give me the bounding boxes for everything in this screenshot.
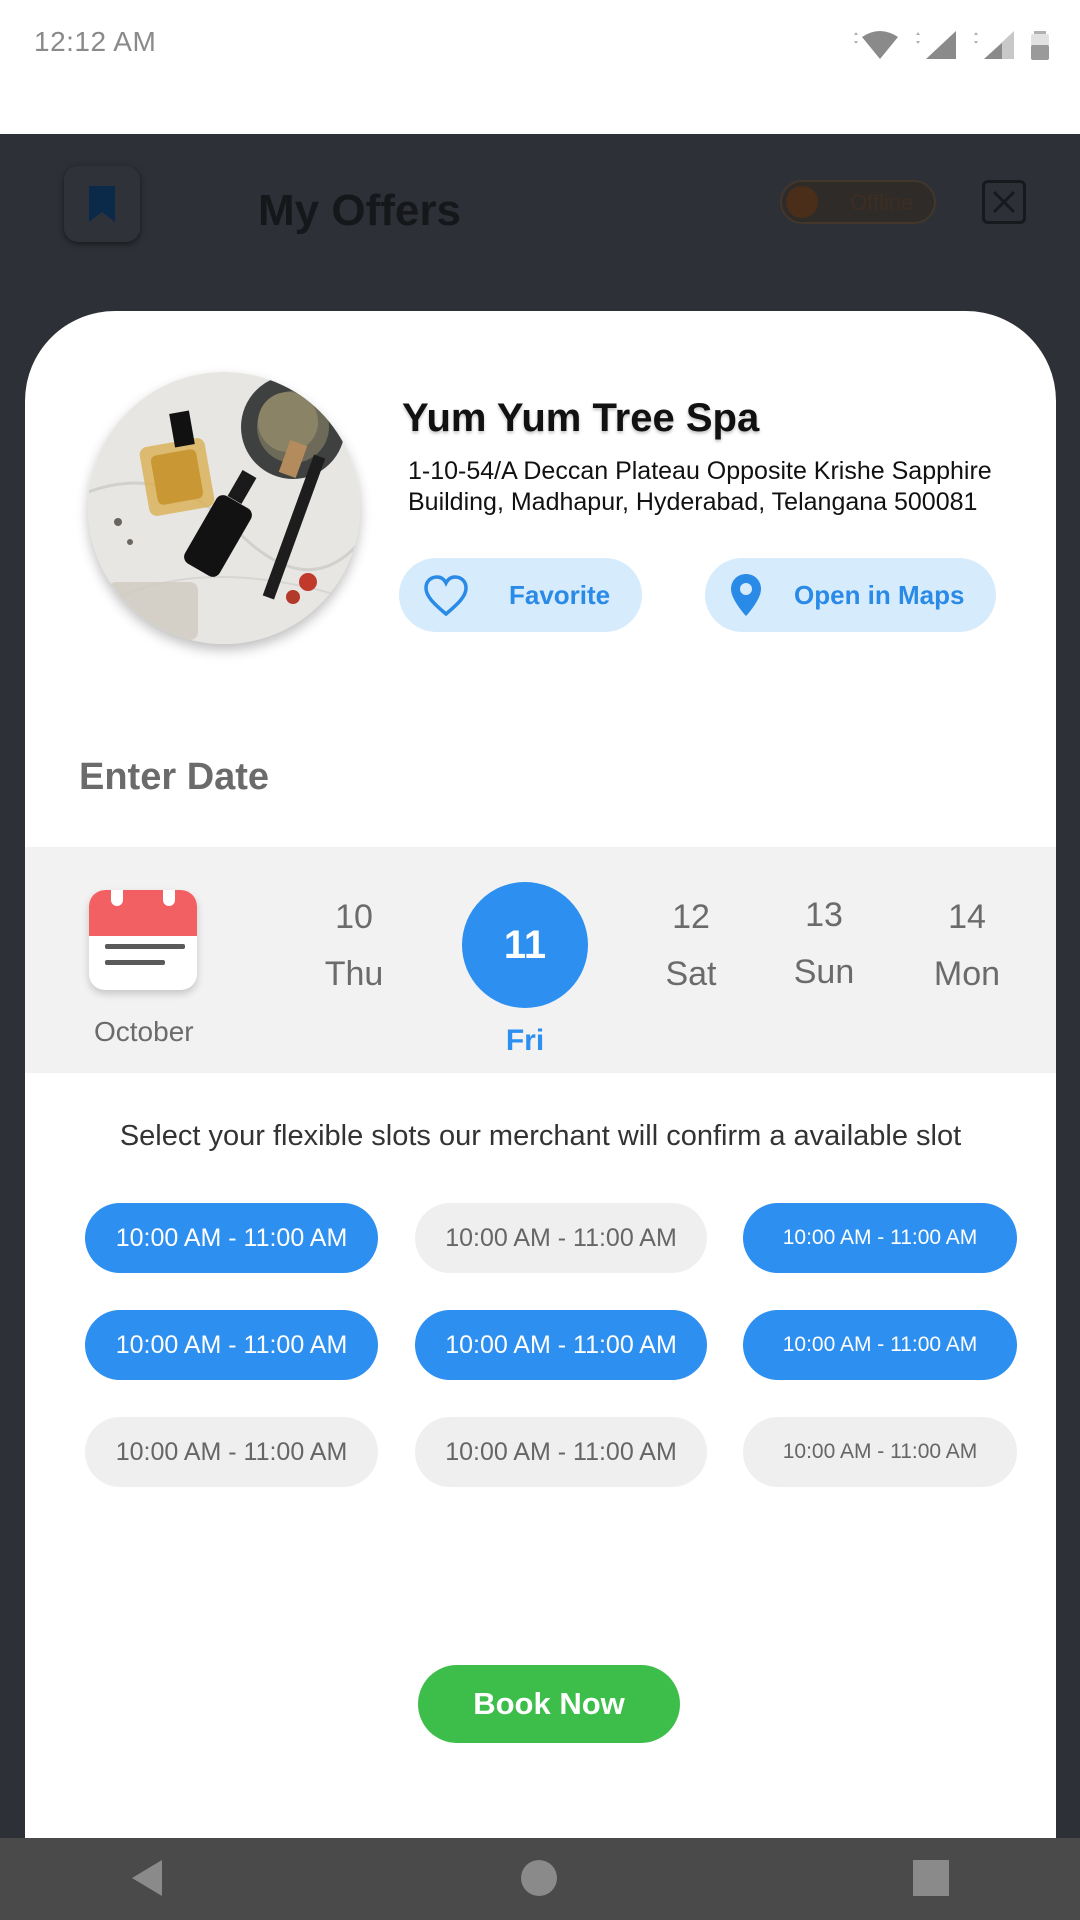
time-slot[interactable]: 10:00 AM - 11:00 AM: [85, 1417, 378, 1487]
day-number: 14: [948, 898, 986, 936]
enter-date-heading: Enter Date: [79, 756, 270, 798]
time-slot[interactable]: 10:00 AM - 11:00 AM: [415, 1310, 707, 1380]
recent-apps-icon[interactable]: [913, 1860, 949, 1896]
toggle-knob: [786, 186, 818, 218]
day-mon-14[interactable]: 14 Mon: [907, 895, 1027, 994]
day-thu-10[interactable]: 10 Thu: [294, 895, 414, 994]
calendar-icon[interactable]: [89, 890, 197, 990]
shop-image: [88, 372, 360, 644]
status-time: 12:12 AM: [34, 26, 157, 57]
time-slot[interactable]: 10:00 AM - 11:00 AM: [85, 1310, 378, 1380]
time-slot[interactable]: 10:00 AM - 11:00 AM: [415, 1203, 707, 1273]
favorite-button[interactable]: Favorite: [399, 558, 642, 632]
signal-icon: [916, 31, 956, 59]
heart-icon: [424, 575, 468, 617]
screen: My Offers Offline 12:12 AM Yum Yum Tree …: [0, 0, 1080, 1920]
day-number: 10: [335, 898, 373, 936]
background-page-title: My Offers: [258, 186, 461, 235]
signal-icon: [974, 31, 1014, 59]
time-slot[interactable]: 10:00 AM - 11:00 AM: [415, 1417, 707, 1487]
slot-hint: Select your flexible slots our merchant …: [119, 1120, 962, 1152]
shop-name: Yum Yum Tree Spa: [402, 396, 760, 440]
day-number: 12: [672, 898, 710, 936]
maps-label: Open in Maps: [794, 580, 965, 610]
bookmark-icon: [89, 186, 115, 222]
wifi-icon: [854, 31, 898, 59]
close-icon: [992, 190, 1016, 214]
back-icon[interactable]: [130, 1858, 164, 1898]
toggle-label: Offline: [850, 190, 914, 215]
day-weekday: Fri: [505, 1024, 545, 1057]
time-slot[interactable]: 10:00 AM - 11:00 AM: [743, 1417, 1017, 1487]
home-icon[interactable]: [521, 1860, 557, 1896]
battery-icon: [1031, 31, 1049, 60]
day-weekday: Mon: [933, 955, 1001, 993]
day-weekday: Sun: [793, 953, 855, 991]
day-sat-12[interactable]: 12 Sat: [631, 895, 751, 994]
close-button[interactable]: [982, 180, 1026, 224]
day-number: 13: [805, 896, 843, 934]
online-status-toggle[interactable]: Offline: [780, 180, 936, 224]
bookmark-button[interactable]: [64, 166, 140, 242]
book-now-button[interactable]: Book Now: [418, 1665, 680, 1743]
shop-address: 1-10-54/A Deccan Plateau Opposite Krishe…: [408, 457, 992, 516]
status-bar: 12:12 AM: [0, 0, 1080, 134]
map-pin-icon: [731, 574, 761, 616]
day-fri-11-selected[interactable]: 11: [462, 882, 588, 1008]
day-weekday: Thu: [324, 955, 384, 993]
navigation-bar: [0, 1838, 1080, 1920]
time-slot[interactable]: 10:00 AM - 11:00 AM: [743, 1203, 1017, 1273]
day-number: 11: [503, 922, 547, 967]
favorite-label: Favorite: [509, 580, 611, 610]
day-sun-13[interactable]: 13 Sun: [764, 893, 884, 992]
time-slot[interactable]: 10:00 AM - 11:00 AM: [743, 1310, 1017, 1380]
day-weekday: Sat: [665, 955, 717, 993]
time-slot[interactable]: 10:00 AM - 11:00 AM: [85, 1203, 378, 1273]
month-label: October: [94, 1016, 194, 1047]
open-in-maps-button[interactable]: Open in Maps: [705, 558, 996, 632]
